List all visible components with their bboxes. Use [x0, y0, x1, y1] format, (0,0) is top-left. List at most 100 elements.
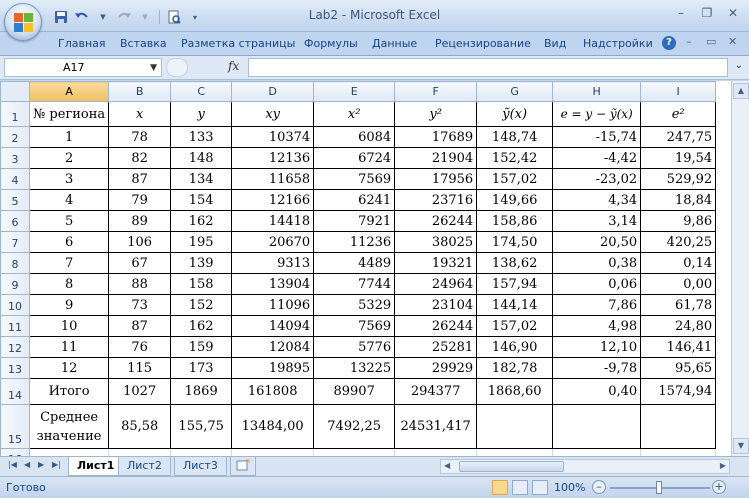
cell[interactable]: 61,78 — [640, 294, 717, 316]
cell[interactable]: 73 — [108, 294, 172, 316]
header-cell[interactable]: x² — [313, 101, 396, 127]
cell[interactable]: -9,78 — [552, 357, 642, 379]
row-header[interactable]: 11 — [0, 315, 30, 337]
cell[interactable]: 6084 — [313, 126, 396, 148]
scroll-thumb[interactable] — [459, 461, 564, 472]
column-header[interactable]: A — [28, 81, 110, 102]
column-header[interactable]: H — [552, 81, 642, 102]
row-header[interactable]: 3 — [0, 147, 30, 169]
header-cell[interactable]: xy — [231, 101, 315, 127]
cell[interactable]: 2 — [28, 147, 110, 169]
vertical-scrollbar[interactable]: ▲ ▼ — [731, 81, 749, 456]
cell[interactable]: 1868,60 — [476, 378, 554, 405]
cell[interactable]: 21904 — [394, 147, 478, 169]
cell[interactable]: 11096 — [231, 294, 315, 316]
cell[interactable]: Итого — [28, 378, 110, 405]
cell[interactable]: 5 — [28, 210, 110, 232]
cell[interactable]: 12,10 — [552, 336, 642, 358]
cell[interactable] — [552, 448, 642, 456]
tab-view[interactable]: Вид — [544, 37, 566, 50]
horizontal-scrollbar[interactable]: ◀ ▶ — [440, 459, 730, 474]
cell[interactable]: 17956 — [394, 168, 478, 190]
tab-page-layout[interactable]: Разметка страницы — [181, 37, 295, 50]
insert-sheet-button[interactable] — [230, 457, 256, 476]
cell[interactable]: 20,50 — [552, 231, 642, 253]
cell[interactable]: 1 — [28, 126, 110, 148]
cell[interactable] — [231, 448, 315, 456]
cell[interactable]: 7492,25 — [313, 404, 396, 449]
cell[interactable]: 11 — [28, 336, 110, 358]
cell[interactable]: 152 — [170, 294, 233, 316]
column-header[interactable]: G — [476, 81, 554, 102]
cell[interactable]: 157,94 — [476, 273, 554, 295]
cell[interactable]: 0,40 — [552, 378, 642, 405]
cell[interactable]: 162 — [170, 315, 233, 337]
office-button[interactable] — [4, 3, 42, 41]
cell[interactable]: 4,98 — [552, 315, 642, 337]
cell[interactable]: 24,80 — [640, 315, 717, 337]
normal-view-button[interactable] — [492, 480, 508, 495]
cell[interactable]: 87 — [108, 315, 172, 337]
cell[interactable] — [170, 448, 233, 456]
cell[interactable]: 6241 — [313, 189, 396, 211]
row-header[interactable]: 1 — [0, 101, 30, 127]
cell[interactable]: 18,84 — [640, 189, 717, 211]
cell[interactable]: 12166 — [231, 189, 315, 211]
cell[interactable] — [28, 448, 110, 456]
cell[interactable] — [476, 404, 554, 449]
cell[interactable]: 26244 — [394, 315, 478, 337]
cell[interactable]: 138,62 — [476, 252, 554, 274]
cell[interactable]: 11236 — [313, 231, 396, 253]
column-header[interactable]: E — [313, 81, 396, 102]
row-header[interactable]: 12 — [0, 336, 30, 358]
cell[interactable]: 149,66 — [476, 189, 554, 211]
cell[interactable]: 159 — [170, 336, 233, 358]
cell[interactable]: 78 — [108, 126, 172, 148]
cell[interactable]: 106 — [108, 231, 172, 253]
cell[interactable]: 95,65 — [640, 357, 717, 379]
cell[interactable]: 19895 — [231, 357, 315, 379]
cell[interactable]: 134 — [170, 168, 233, 190]
cell[interactable]: 115 — [108, 357, 172, 379]
first-sheet-icon[interactable]: |◀ — [8, 460, 17, 469]
cell[interactable]: 38025 — [394, 231, 478, 253]
chevron-down-icon[interactable]: ▼ — [150, 60, 157, 77]
row-header[interactable]: 16 — [0, 448, 30, 456]
cell[interactable]: 76 — [108, 336, 172, 358]
minimize-button[interactable]: – — [669, 4, 693, 22]
row-header[interactable]: 15 — [0, 404, 30, 449]
cell[interactable]: 13904 — [231, 273, 315, 295]
restore-button[interactable]: ❐ — [695, 4, 719, 22]
cell[interactable]: 19,54 — [640, 147, 717, 169]
page-break-view-button[interactable] — [532, 480, 548, 495]
cell[interactable]: 88 — [108, 273, 172, 295]
cell[interactable]: 195 — [170, 231, 233, 253]
cell[interactable]: 182,78 — [476, 357, 554, 379]
zoom-out-button[interactable]: – — [592, 480, 606, 494]
cell[interactable]: 12136 — [231, 147, 315, 169]
column-header[interactable]: D — [231, 81, 315, 102]
cell[interactable]: 157,02 — [476, 315, 554, 337]
zoom-slider-thumb[interactable] — [656, 481, 662, 494]
cell[interactable]: 24964 — [394, 273, 478, 295]
sheet-tab-1[interactable]: Лист1 — [68, 457, 124, 476]
row-header[interactable]: 6 — [0, 210, 30, 232]
cell[interactable]: 7921 — [313, 210, 396, 232]
scroll-down-icon[interactable]: ▼ — [733, 438, 749, 454]
insert-function-button[interactable]: fx — [228, 59, 239, 73]
column-header[interactable]: C — [170, 81, 233, 102]
cell[interactable]: 13484,00 — [231, 404, 315, 449]
row-header[interactable]: 8 — [0, 252, 30, 274]
select-all-corner[interactable] — [0, 81, 30, 102]
cell[interactable]: 8 — [28, 273, 110, 295]
header-cell[interactable]: y — [170, 101, 233, 127]
cell[interactable]: 3 — [28, 168, 110, 190]
sheet-tab-3[interactable]: Лист3 — [174, 457, 227, 476]
cell[interactable] — [640, 448, 717, 456]
tab-formulas[interactable]: Формулы — [304, 37, 358, 50]
cell[interactable]: 146,90 — [476, 336, 554, 358]
cell[interactable]: 155,75 — [170, 404, 233, 449]
cell[interactable]: 0,38 — [552, 252, 642, 274]
header-cell[interactable]: y² — [394, 101, 478, 127]
scroll-right-icon[interactable]: ▶ — [720, 461, 726, 470]
